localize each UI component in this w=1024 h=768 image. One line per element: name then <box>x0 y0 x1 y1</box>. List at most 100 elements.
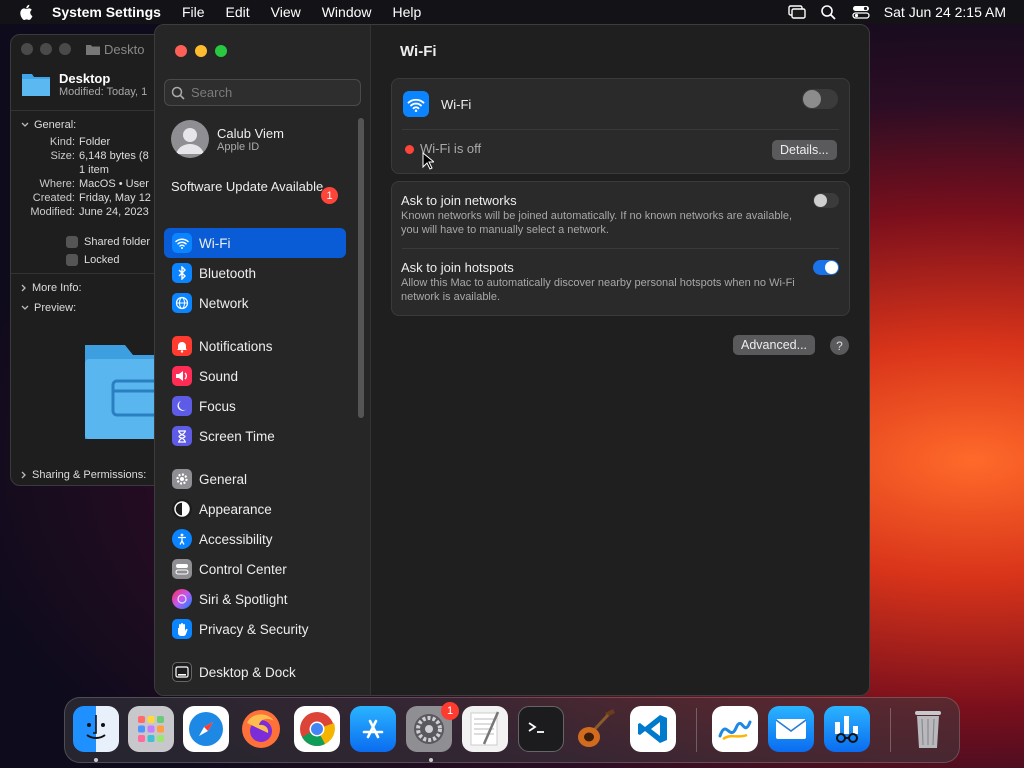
apple-menu-icon[interactable] <box>18 3 36 21</box>
folder-small-icon <box>86 44 100 55</box>
help-button[interactable]: ? <box>830 336 849 355</box>
garageband-icon[interactable] <box>574 706 620 752</box>
sidebar-item-focus[interactable]: Focus <box>164 391 346 421</box>
settings-dock-badge: 1 <box>441 702 459 720</box>
wifi-toggle[interactable] <box>802 89 838 109</box>
status-off-indicator <box>405 145 414 154</box>
more-info-toggle[interactable]: More Info: <box>11 278 161 298</box>
sidebar-item-appearance[interactable]: Appearance <box>164 494 346 524</box>
mouse-pointer-icon <box>422 152 434 170</box>
menu-help[interactable]: Help <box>393 4 422 20</box>
ask-networks-toggle[interactable] <box>813 193 839 208</box>
sidebar-item-screen-time[interactable]: Screen Time <box>164 421 346 451</box>
person-icon <box>176 128 204 154</box>
zoom-button[interactable] <box>215 45 227 57</box>
menu-bar: System Settings File Edit View Window He… <box>0 0 1024 24</box>
gear-icon <box>172 469 192 489</box>
chevron-right-icon <box>21 471 26 479</box>
accessibility-icon <box>172 529 192 549</box>
trash-icon[interactable] <box>905 706 951 752</box>
chevron-down-icon <box>21 122 29 127</box>
sharing-permissions-toggle[interactable]: Sharing & Permissions: <box>11 465 156 485</box>
folder-icon <box>22 74 50 96</box>
siri-icon <box>172 589 192 609</box>
menu-view[interactable]: View <box>271 4 301 20</box>
sidebar-item-accessibility[interactable]: Accessibility <box>164 524 346 554</box>
menu-app-name[interactable]: System Settings <box>52 4 161 20</box>
app-store-icon[interactable] <box>350 706 396 752</box>
item-name: Desktop <box>59 71 111 86</box>
preview-toggle[interactable]: Preview: <box>11 298 161 318</box>
ask-hotspots-title: Ask to join hotspots <box>401 260 514 275</box>
moon-icon <box>172 396 192 416</box>
sidebar-item-control-center[interactable]: Control Center <box>164 554 346 584</box>
chevron-down-icon <box>21 305 29 310</box>
terminal-icon[interactable] <box>518 706 564 752</box>
info-minimize-button[interactable] <box>40 43 52 55</box>
sidebar-item-bluetooth[interactable]: Bluetooth <box>164 258 346 288</box>
chevron-right-icon <box>21 284 26 292</box>
ask-networks-desc: Known networks will be joined automatica… <box>401 210 793 236</box>
details-button[interactable]: Details... <box>772 140 837 160</box>
window-controls <box>175 45 227 57</box>
folder-preview-icon <box>85 345 161 439</box>
info-close-button[interactable] <box>21 43 33 55</box>
safari-icon[interactable] <box>183 706 229 752</box>
sidebar-item-sound[interactable]: Sound <box>164 361 346 391</box>
vscode-icon[interactable] <box>630 706 676 752</box>
avatar <box>171 120 209 158</box>
control-center-menu-icon[interactable] <box>852 4 870 20</box>
wifi-row: Wi-Fi <box>403 91 849 117</box>
finder-info-window: Deskto Desktop Modified: Today, 1 Genera… <box>10 34 162 486</box>
sidebar: Calub Viem Apple ID Software Update Avai… <box>155 25 371 695</box>
speaker-icon <box>172 366 192 386</box>
menu-edit[interactable]: Edit <box>226 4 250 20</box>
ask-hotspots-toggle[interactable] <box>813 260 839 275</box>
wifi-pane: Wi-Fi Wi-Fi Wi-Fi is off Details... Ask … <box>371 25 869 695</box>
mail-icon[interactable] <box>768 706 814 752</box>
freeform-icon[interactable] <box>712 706 758 752</box>
apple-id-label: Apple ID <box>217 140 260 153</box>
info-zoom-button[interactable] <box>59 43 71 55</box>
page-title: Wi-Fi <box>400 43 437 60</box>
join-options-card: Ask to join networks Known networks will… <box>391 181 850 316</box>
advanced-button[interactable]: Advanced... <box>733 335 816 355</box>
preview-app-icon[interactable] <box>824 706 870 752</box>
dock: 1 <box>64 697 960 763</box>
menu-file[interactable]: File <box>182 4 205 20</box>
software-update-item[interactable]: Software Update Available <box>171 179 341 195</box>
textedit-icon[interactable] <box>462 706 508 752</box>
apple-id-account[interactable]: Calub Viem Apple ID <box>171 120 284 158</box>
globe-icon <box>172 293 192 313</box>
general-fields: Kind: Folder Size: 6,148 bytes (8 1 item W… <box>30 136 151 218</box>
shared-folder-checkbox[interactable]: Shared folder <box>11 233 161 251</box>
sidebar-item-notifications[interactable]: Notifications <box>164 331 346 361</box>
sidebar-scrollbar[interactable] <box>358 118 364 418</box>
search-input[interactable] <box>191 85 351 100</box>
menu-window[interactable]: Window <box>322 4 372 20</box>
locked-checkbox[interactable]: Locked <box>11 251 161 269</box>
sidebar-item-desktop-dock[interactable]: Desktop & Dock <box>164 657 346 687</box>
launchpad-icon[interactable] <box>128 706 174 752</box>
screen-mirroring-icon[interactable] <box>788 4 806 20</box>
update-badge: 1 <box>321 187 338 204</box>
sidebar-item-siri-spotlight[interactable]: Siri & Spotlight <box>164 584 346 614</box>
search-icon <box>171 86 185 100</box>
ask-hotspots-desc: Allow this Mac to automatically discover… <box>401 277 795 303</box>
search-field[interactable] <box>164 79 361 106</box>
general-section-toggle[interactable]: General: <box>11 115 161 135</box>
finder-icon[interactable] <box>73 706 119 752</box>
chrome-icon[interactable] <box>294 706 340 752</box>
hourglass-icon <box>172 426 192 446</box>
menu-clock[interactable]: Sat Jun 24 2:15 AM <box>884 4 1006 20</box>
close-button[interactable] <box>175 45 187 57</box>
sidebar-item-wifi[interactable]: Wi-Fi <box>164 228 346 258</box>
wifi-icon <box>403 91 429 117</box>
sidebar-item-network[interactable]: Network <box>164 288 346 318</box>
bell-icon <box>172 336 192 356</box>
firefox-icon[interactable] <box>238 706 284 752</box>
minimize-button[interactable] <box>195 45 207 57</box>
sidebar-item-privacy-security[interactable]: Privacy & Security <box>164 614 346 644</box>
spotlight-search-icon[interactable] <box>820 4 838 20</box>
sidebar-item-general[interactable]: General <box>164 464 346 494</box>
